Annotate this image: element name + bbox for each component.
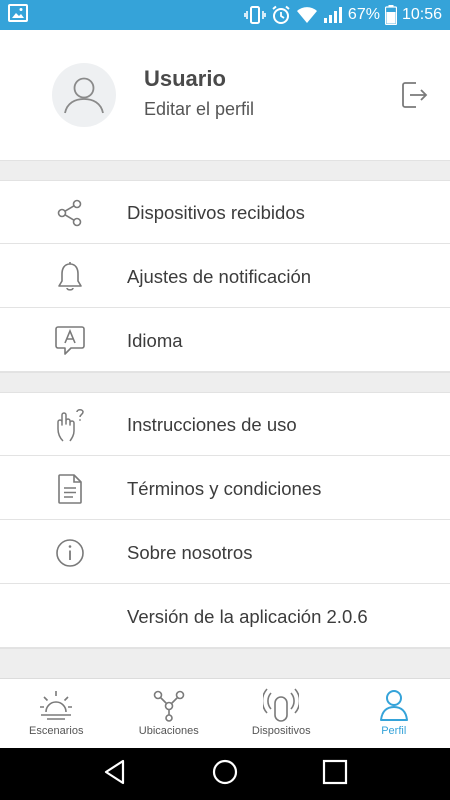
sunrise-icon (38, 687, 74, 723)
menu-item-about[interactable]: Sobre nosotros (0, 521, 450, 584)
hand-question-icon (52, 407, 88, 443)
bell-icon (52, 259, 88, 295)
avatar[interactable] (52, 63, 116, 127)
nodes-icon (151, 687, 187, 723)
recents-icon[interactable] (321, 758, 349, 791)
edit-profile-link[interactable]: Editar el perfil (144, 99, 254, 120)
tab-perfil[interactable]: Perfil (338, 679, 450, 748)
back-icon[interactable] (101, 758, 129, 791)
tab-label: Escenarios (29, 725, 84, 737)
section-divider (0, 160, 450, 181)
app-version-row: Versión de la aplicación 2.0.6 (0, 585, 450, 648)
vibrate-icon (244, 5, 266, 25)
user-name: Usuario (144, 66, 226, 91)
tab-label: Dispositivos (251, 725, 311, 737)
tab-ubicaciones[interactable]: Ubicaciones (113, 679, 226, 748)
device-signal-icon (263, 687, 300, 723)
person-placeholder-icon (64, 77, 104, 114)
share-icon (52, 195, 88, 231)
menu-item-label: Instrucciones de uso (127, 414, 297, 435)
tab-label: Perfil (381, 725, 407, 737)
section-divider (0, 648, 450, 679)
menu-item-label: Ajustes de notificación (127, 266, 312, 287)
tab-label: Ubicaciones (138, 725, 199, 737)
app-version-label: Versión de la aplicación 2.0.6 (127, 606, 368, 627)
info-icon (52, 535, 88, 571)
battery-icon (384, 5, 397, 25)
language-bubble-icon (52, 323, 88, 359)
section-divider (0, 372, 450, 393)
menu-item-received-devices[interactable]: Dispositivos recibidos (0, 181, 450, 244)
menu-item-label: Idioma (127, 330, 183, 351)
logout-icon[interactable] (398, 79, 430, 111)
profile-header[interactable]: Usuario Editar el perfil (0, 30, 450, 160)
menu-item-label: Dispositivos recibidos (127, 202, 305, 223)
status-time: 10:56 (401, 6, 442, 23)
menu-item-label: Términos y condiciones (127, 478, 322, 499)
alarm-icon (271, 5, 291, 25)
status-bar: 67% 10:56 (0, 0, 450, 30)
tab-escenarios[interactable]: Escenarios (0, 679, 113, 748)
menu-item-language[interactable]: Idioma (0, 309, 450, 372)
person-icon (376, 687, 412, 723)
signal-icon (323, 6, 343, 24)
battery-percent: 67% (347, 6, 380, 23)
bottom-tab-bar: Escenarios Ubicaciones Dispositivos Perf… (0, 678, 450, 748)
document-icon (52, 471, 88, 507)
menu-item-terms[interactable]: Términos y condiciones (0, 457, 450, 520)
gallery-notification-icon (8, 3, 28, 27)
home-icon[interactable] (211, 758, 239, 791)
tab-dispositivos[interactable]: Dispositivos (225, 679, 338, 748)
wifi-icon (296, 6, 318, 24)
menu-item-label: Sobre nosotros (127, 542, 253, 563)
menu-item-notification-settings[interactable]: Ajustes de notificación (0, 245, 450, 308)
system-nav-bar (0, 748, 450, 800)
menu-item-instructions[interactable]: Instrucciones de uso (0, 393, 450, 456)
